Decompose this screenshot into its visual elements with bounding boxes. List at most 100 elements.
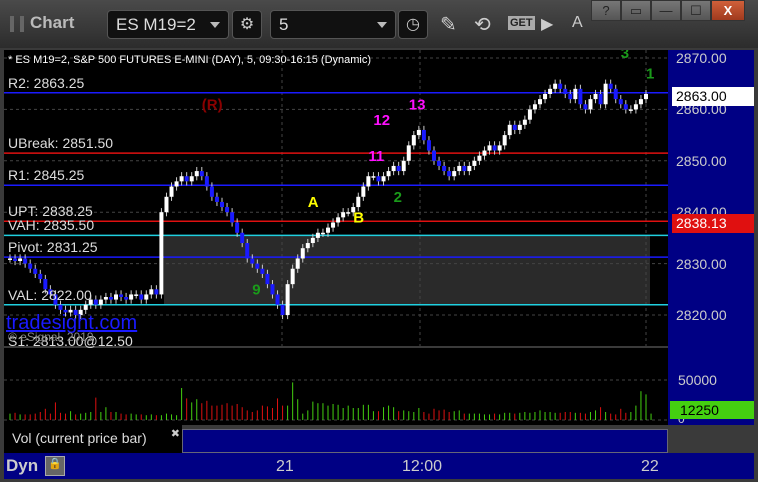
candle xyxy=(447,171,452,177)
candle xyxy=(235,222,240,233)
chart-annotation: 2 xyxy=(394,189,402,206)
candle xyxy=(482,150,487,156)
volume-legend: Vol (current price bar) ✖ xyxy=(4,425,182,453)
level-label: UBreak: 2851.50 xyxy=(8,135,114,152)
candle xyxy=(144,294,149,300)
settings-gear-icon[interactable]: ⚙ xyxy=(232,10,262,39)
level-label: R1: 2845.25 xyxy=(8,167,85,184)
candle xyxy=(457,165,462,172)
chart-description: * ES M19=2, S&P 500 FUTURES E-MINI (DAY)… xyxy=(8,54,372,66)
symbol-select[interactable]: ES M19=2 xyxy=(107,10,229,39)
candle xyxy=(583,104,588,110)
time-label: 12:00 xyxy=(402,458,443,475)
candle xyxy=(13,258,18,262)
candle xyxy=(421,129,426,141)
time-axis[interactable]: Dyn 🔒 21 12:00 22 xyxy=(4,453,754,479)
candle xyxy=(331,222,336,228)
price-chart[interactable]: (R) A B 12 11 13 9 2 1 3 * ES M19=2, S&P 500 FUTU… xyxy=(4,45,668,352)
candle xyxy=(124,297,129,300)
candle xyxy=(644,93,648,100)
play-icon[interactable]: ▶ xyxy=(541,14,553,34)
candle xyxy=(543,93,548,100)
candle xyxy=(517,124,522,130)
current-volume-badge: 12250 xyxy=(670,401,754,419)
candle xyxy=(103,297,108,300)
chevron-down-icon xyxy=(210,22,220,28)
interval-select[interactable]: 5 xyxy=(270,10,396,39)
candle xyxy=(290,268,295,285)
candle xyxy=(603,83,608,105)
candle xyxy=(184,176,189,182)
candle xyxy=(452,171,457,177)
candle xyxy=(310,237,315,244)
candle xyxy=(613,88,618,100)
restore-button[interactable]: ▭ xyxy=(621,0,651,21)
price-tick: 2850.00 xyxy=(676,152,727,169)
price-axis[interactable]: 2870.00 2860.00 2850.00 2840.00 2830.00 2820.… xyxy=(668,50,754,426)
candle xyxy=(593,93,598,100)
candle xyxy=(401,160,406,172)
alert-icon[interactable]: A xyxy=(572,14,583,32)
maximize-button[interactable]: ☐ xyxy=(681,0,711,21)
chart-annotation: 9 xyxy=(252,281,260,298)
symbol-value: ES M19=2 xyxy=(116,15,196,34)
candle xyxy=(406,145,411,161)
candle xyxy=(548,88,553,94)
lock-icon[interactable]: 🔒 xyxy=(45,456,65,476)
candle xyxy=(356,196,361,208)
value-area xyxy=(164,235,650,305)
level-label: VAL: 2822.00 xyxy=(8,286,92,303)
candle xyxy=(487,145,492,151)
candle xyxy=(179,176,184,182)
chart-annotation: 11 xyxy=(368,148,384,165)
drag-handle[interactable] xyxy=(10,16,24,32)
candle xyxy=(265,273,270,285)
candle xyxy=(437,160,442,166)
candle xyxy=(426,140,431,151)
chevron-down-icon xyxy=(377,22,387,28)
marker-price-badge: 2838.13 xyxy=(672,214,754,233)
price-tick: 2830.00 xyxy=(676,255,727,272)
candle xyxy=(386,171,391,177)
candle xyxy=(280,304,285,315)
candle xyxy=(169,186,174,197)
candle xyxy=(623,104,628,110)
candle xyxy=(462,165,467,172)
chart-annotation: (R) xyxy=(202,96,223,113)
get-button[interactable]: GET xyxy=(508,16,535,30)
candle xyxy=(336,217,341,223)
candle xyxy=(492,145,497,151)
candle xyxy=(285,284,290,315)
candle xyxy=(558,83,563,89)
pencil-icon[interactable]: ✎ xyxy=(440,12,457,37)
minimize-button[interactable]: — xyxy=(651,0,681,21)
clock-icon[interactable]: ◷ xyxy=(398,10,428,39)
candle xyxy=(38,273,43,280)
candle xyxy=(300,248,305,259)
candle xyxy=(573,88,578,100)
candle xyxy=(467,165,472,172)
help-button[interactable]: ? xyxy=(591,0,621,21)
study-icon[interactable]: ⟲ xyxy=(474,12,491,37)
close-icon[interactable]: ✖ xyxy=(171,427,180,440)
volume-plot xyxy=(4,379,668,421)
candle xyxy=(98,299,103,305)
volume-chart[interactable] xyxy=(4,348,668,425)
candle xyxy=(164,196,169,213)
candle xyxy=(199,171,204,177)
legend-pane xyxy=(182,429,668,453)
chart-annotation: 1 xyxy=(646,66,654,83)
candle xyxy=(538,99,542,105)
candle xyxy=(396,165,401,172)
close-button[interactable]: X xyxy=(711,0,745,21)
candle xyxy=(119,294,124,298)
candle xyxy=(275,294,280,305)
chart-annotation: B xyxy=(353,209,364,226)
candle xyxy=(522,119,527,125)
candle xyxy=(341,212,346,218)
candle xyxy=(578,88,583,105)
candle xyxy=(58,304,63,310)
chart-annotation: 12 xyxy=(373,112,390,129)
price-tick: 2820.00 xyxy=(676,307,727,323)
candle xyxy=(442,165,447,172)
